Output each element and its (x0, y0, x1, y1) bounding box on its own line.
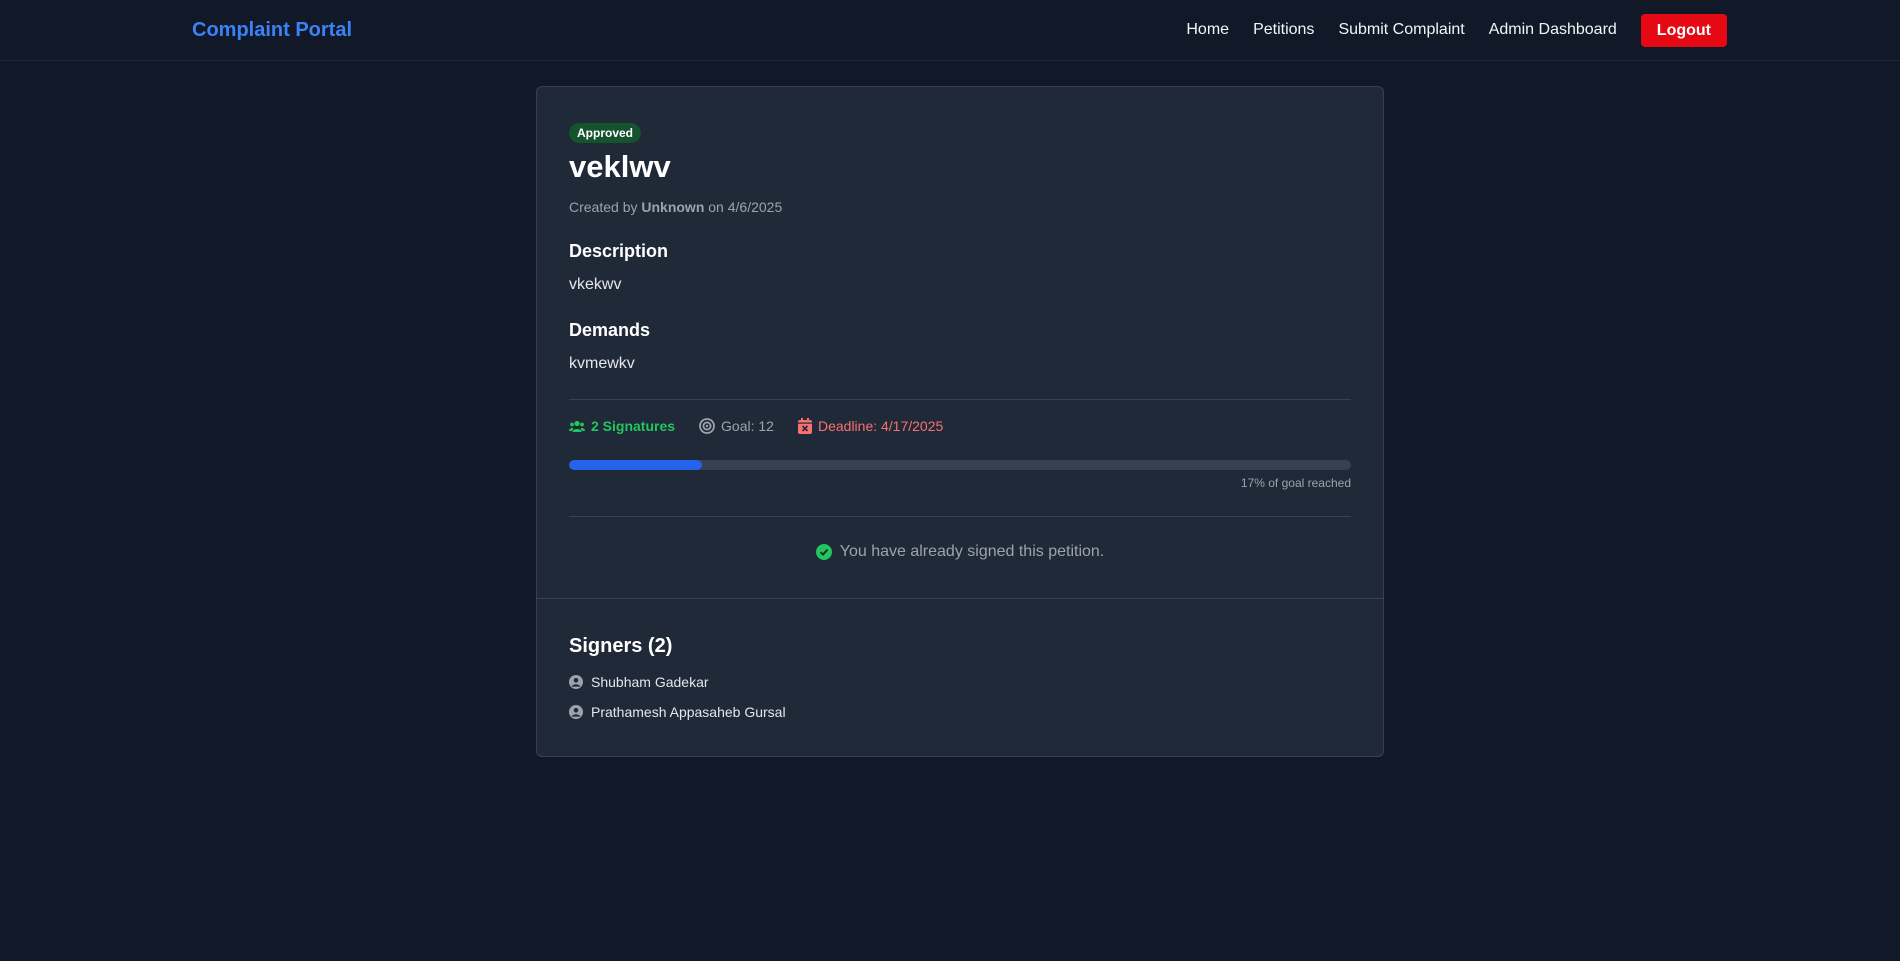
logout-button[interactable]: Logout (1640, 13, 1727, 47)
deadline-value: Deadline: 4/17/2025 (817, 418, 944, 434)
goal-value: Goal: 12 (721, 418, 774, 434)
goal-stat: Goal: 12 (699, 418, 774, 434)
petition-title: veklwv (569, 149, 671, 184)
calendar-x-icon (797, 418, 812, 434)
petition-meta: Created by Unknown on 4/6/2025 (569, 199, 1351, 215)
petition-details: Approved veklwv Created by Unknown on 4/… (537, 87, 1383, 599)
signer-name: Shubham Gadekar (591, 674, 709, 690)
nav-link-submit-complaint[interactable]: Submit Complaint (1338, 21, 1464, 39)
demands-heading: Demands (569, 320, 651, 340)
users-icon (569, 420, 585, 432)
created-date: on 4/6/2025 (708, 199, 783, 215)
created-prefix: Created by (569, 199, 638, 215)
signers-section: Signers (2) Shubham Gadekar Prathamesh A… (537, 599, 1383, 720)
divider (569, 516, 1351, 517)
signatures-stat: 2 Signatures (569, 418, 675, 434)
petition-card: Approved veklwv Created by Unknown on 4/… (536, 86, 1384, 757)
description-heading: Description (569, 241, 669, 261)
petition-author: Unknown (641, 199, 705, 215)
nav-link-petitions[interactable]: Petitions (1253, 21, 1314, 39)
deadline-stat: Deadline: 4/17/2025 (797, 418, 944, 434)
nav-link-admin-dashboard[interactable]: Admin Dashboard (1489, 21, 1617, 39)
demands-text: kvmewkv (569, 355, 635, 372)
signer-name: Prathamesh Appasaheb Gursal (591, 704, 786, 720)
signatures-count: 2 Signatures (591, 418, 676, 434)
user-circle-icon (569, 705, 583, 719)
nav-link-home[interactable]: Home (1186, 21, 1229, 39)
progress-caption: 17% of goal reached (1240, 476, 1351, 490)
brand-logo[interactable]: Complaint Portal (192, 19, 352, 42)
progress-fill (569, 460, 702, 470)
petition-stats: 2 Signatures Goal: 12 Deadline: 4/17/202… (569, 418, 1351, 434)
check-circle-icon (815, 544, 832, 560)
signer-item: Prathamesh Appasaheb Gursal (569, 704, 1351, 720)
user-circle-icon (569, 675, 583, 689)
description-text: vkekwv (569, 276, 622, 293)
signer-item: Shubham Gadekar (569, 674, 1351, 690)
signed-status: You have already signed this petition. (569, 543, 1351, 561)
target-icon (699, 418, 715, 434)
nav-links: Home Petitions Submit Complaint Admin Da… (1162, 13, 1727, 47)
status-badge: Approved (569, 123, 642, 143)
signers-heading: Signers (2) (569, 635, 673, 657)
signed-message: You have already signed this petition. (839, 543, 1105, 560)
progress-bar (569, 460, 1351, 470)
divider (569, 399, 1351, 400)
navbar: Complaint Portal Home Petitions Submit C… (0, 0, 1900, 61)
